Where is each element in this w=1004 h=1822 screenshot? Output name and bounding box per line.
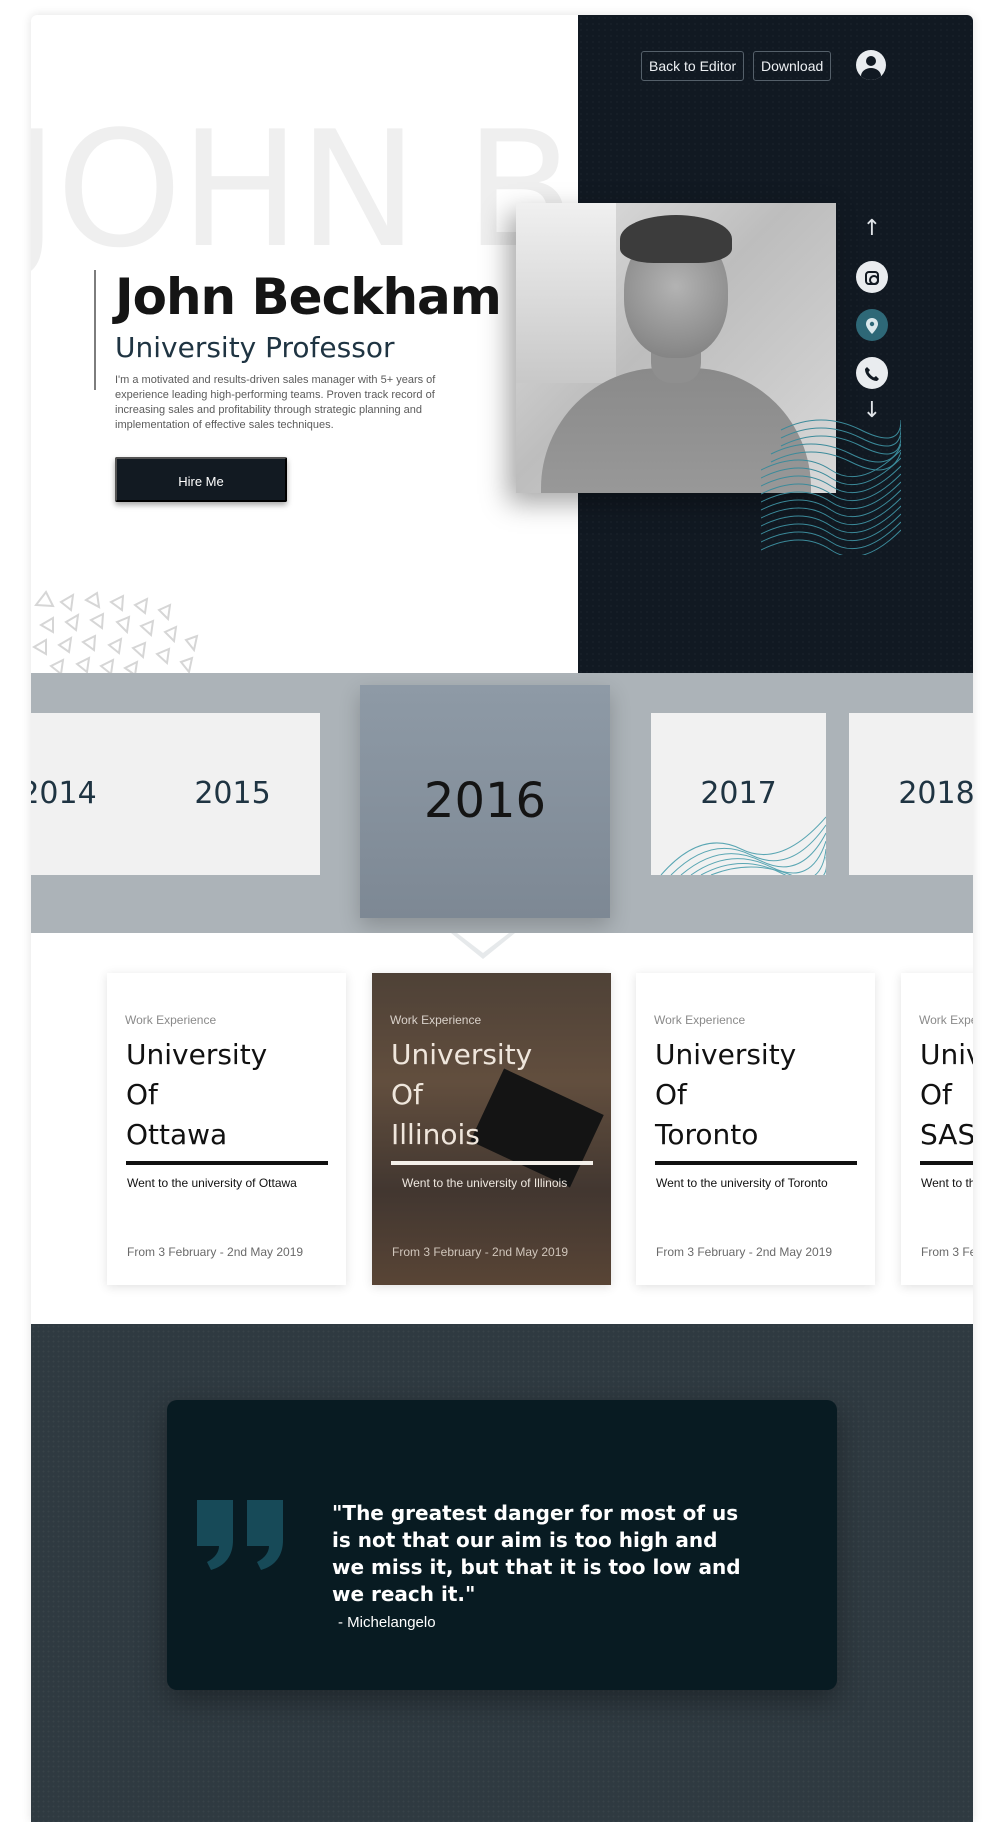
person-bio: I'm a motivated and results-driven sales… bbox=[115, 374, 436, 431]
hero-section: JOHN B Back to Editor Download John Beck… bbox=[31, 15, 973, 675]
quote-author: - Michelangelo bbox=[338, 1614, 436, 1631]
card-category: Work Experience bbox=[125, 1013, 217, 1027]
background-name-watermark: JOHN B bbox=[31, 96, 575, 283]
card-description: Went to the university of SASK bbox=[921, 1176, 973, 1190]
quote-text: "The greatest danger for most of us is n… bbox=[332, 1501, 741, 1606]
resume-page: JOHN B Back to Editor Download John Beck… bbox=[31, 15, 973, 1822]
card-date: From 3 February - 2nd May 2019 bbox=[656, 1245, 833, 1259]
card-divider bbox=[391, 1161, 593, 1165]
year-card[interactable]: 2018 bbox=[849, 713, 973, 875]
experience-section: Work Experience University Of Ottawa Went … bbox=[31, 933, 973, 1339]
card-divider bbox=[126, 1161, 328, 1165]
download-button[interactable]: Download bbox=[753, 51, 832, 81]
card-divider bbox=[920, 1161, 973, 1165]
person-name: John Beckham bbox=[115, 268, 502, 326]
year-card[interactable]: 2015 bbox=[145, 713, 320, 875]
experience-card[interactable]: Work Experience University Of Toronto Went… bbox=[636, 973, 875, 1285]
card-description: Went to the university of Illinois bbox=[402, 1176, 568, 1190]
location-pin-icon[interactable] bbox=[856, 309, 888, 341]
arrow-down-icon[interactable]: ↓ bbox=[856, 395, 888, 427]
experience-card[interactable]: Work Experience University Of Ottawa Went … bbox=[107, 973, 346, 1285]
quote-section: "The greatest danger for most of us is n… bbox=[31, 1324, 973, 1822]
card-university: University Of Illinois bbox=[391, 1038, 533, 1151]
card-university: UniversityOfSASK bbox=[920, 1038, 973, 1151]
triangle-pattern-decoration bbox=[32, 590, 199, 675]
year-card[interactable]: 2017 bbox=[651, 713, 826, 875]
user-avatar-icon[interactable] bbox=[856, 50, 886, 80]
card-date: From 3 February - 2nd May 2019 bbox=[392, 1245, 569, 1259]
year-card[interactable]: 2014 bbox=[31, 713, 146, 875]
card-university: University Of Ottawa bbox=[126, 1038, 268, 1151]
back-to-editor-button[interactable]: Back to Editor bbox=[641, 51, 745, 81]
card-description: Went to the university of Toronto bbox=[656, 1176, 828, 1190]
card-divider bbox=[655, 1161, 857, 1165]
quote-card: "The greatest danger for most of us is n… bbox=[167, 1400, 837, 1690]
name-accent-bar bbox=[94, 270, 96, 390]
person-role: University Professor bbox=[115, 331, 395, 364]
hire-me-button[interactable]: Hire Me bbox=[115, 457, 287, 502]
wave-decoration bbox=[761, 419, 901, 555]
experience-card-highlighted[interactable]: Work Experience University Of Illinois Wen… bbox=[372, 973, 611, 1285]
arrow-up-icon[interactable]: ↑ bbox=[856, 213, 888, 245]
card-university: University Of Toronto bbox=[655, 1038, 797, 1151]
card-description: Went to the university of Ottawa bbox=[127, 1176, 297, 1190]
card-category: Work Experience bbox=[654, 1013, 746, 1027]
year-card-active[interactable]: 2016 bbox=[360, 685, 610, 918]
instagram-icon[interactable] bbox=[856, 261, 888, 293]
card-date: From 3 February - 2nd May 2019 bbox=[921, 1245, 973, 1259]
year-timeline: 2014 2015 2016 2017 2018 bbox=[31, 673, 973, 933]
wave-decoration bbox=[660, 816, 826, 875]
card-category: Work Experience bbox=[919, 1013, 973, 1027]
quote-mark-icon bbox=[197, 1500, 283, 1570]
card-date: From 3 February - 2nd May 2019 bbox=[127, 1245, 304, 1259]
experience-card[interactable]: Work Experience UniversityOfSASK Went to… bbox=[901, 973, 973, 1285]
card-category: Work Experience bbox=[390, 1013, 482, 1027]
phone-icon[interactable] bbox=[856, 357, 888, 389]
